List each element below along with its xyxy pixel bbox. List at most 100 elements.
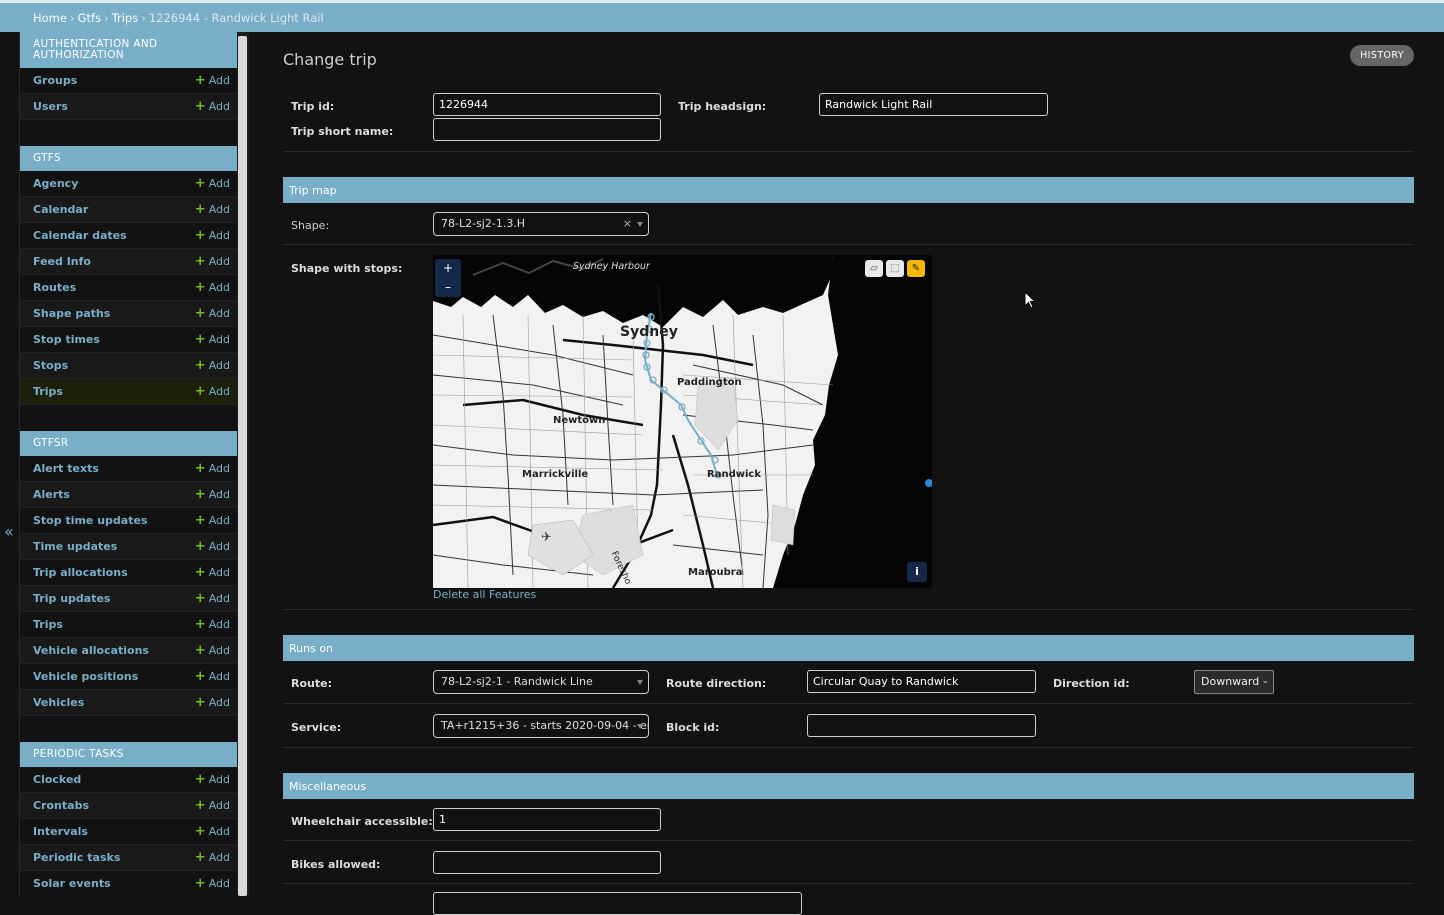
add-button[interactable]: + Add bbox=[195, 358, 230, 373]
sidebar-module-caption[interactable]: Periodic Tasks bbox=[20, 742, 237, 767]
wheelchair-input[interactable]: 1 bbox=[433, 808, 661, 831]
breadcrumb-gtfs[interactable]: Gtfs bbox=[78, 11, 101, 25]
add-button[interactable]: + Add bbox=[195, 280, 230, 295]
draw-rectangle-icon[interactable]: ⬚ bbox=[886, 260, 904, 277]
sidebar-item-link[interactable]: Calendar dates bbox=[33, 229, 127, 242]
delete-all-features-link[interactable]: Delete all Features bbox=[433, 588, 536, 601]
add-button[interactable]: + Add bbox=[195, 591, 230, 606]
add-button[interactable]: + Add bbox=[195, 254, 230, 269]
sidebar-item-link[interactable]: Stops bbox=[33, 359, 68, 372]
history-button[interactable]: HISTORY bbox=[1350, 45, 1414, 66]
add-button[interactable]: + Add bbox=[195, 772, 230, 787]
add-label: Add bbox=[208, 333, 230, 346]
clear-icon[interactable]: × bbox=[623, 217, 632, 230]
add-button[interactable]: + Add bbox=[195, 617, 230, 632]
add-button[interactable]: + Add bbox=[195, 202, 230, 217]
add-button[interactable]: + Add bbox=[195, 384, 230, 399]
add-button[interactable]: + Add bbox=[195, 876, 230, 891]
add-button[interactable]: + Add bbox=[195, 850, 230, 865]
sidebar-item-link[interactable]: Vehicles bbox=[33, 696, 84, 709]
divider bbox=[283, 747, 1414, 748]
add-button[interactable]: + Add bbox=[195, 695, 230, 710]
sidebar-module-caption[interactable]: GTFSR bbox=[20, 431, 237, 456]
service-select[interactable]: TA+r1215+36 - starts 2020-09-04 - en... bbox=[433, 714, 649, 738]
map-label-harbour: Sydney Harbour bbox=[573, 261, 650, 272]
scrollbar-thumb[interactable] bbox=[238, 36, 247, 896]
sidebar-item-link[interactable]: Periodic tasks bbox=[33, 851, 120, 864]
sidebar-item-link[interactable]: Alert texts bbox=[33, 462, 99, 475]
sidebar-item: Agency + Add bbox=[20, 171, 237, 197]
add-button[interactable]: + Add bbox=[195, 176, 230, 191]
add-button[interactable]: + Add bbox=[195, 487, 230, 502]
sidebar-module-caption[interactable]: Authentication and Authorization bbox=[20, 32, 237, 68]
sidebar-item-link[interactable]: Calendar bbox=[33, 203, 88, 216]
sidebar-item-link[interactable]: Feed Info bbox=[33, 255, 91, 268]
sidebar-item-link[interactable]: Trips bbox=[33, 618, 63, 631]
sidebar-item-link[interactable]: Solar events bbox=[33, 877, 111, 890]
collapse-sidebar-icon[interactable]: « bbox=[4, 522, 14, 541]
sidebar-item-link[interactable]: Stop time updates bbox=[33, 514, 148, 527]
sidebar-item-link[interactable]: Groups bbox=[33, 74, 77, 87]
route-select[interactable]: 78-L2-sj2-1 - Randwick Line bbox=[433, 670, 649, 694]
shape-map[interactable]: ✈ + – ▱ ⬚ ✎ Sydney Harbour Sydney Paddin… bbox=[433, 255, 932, 588]
add-button[interactable]: + Add bbox=[195, 539, 230, 554]
sidebar-item-link[interactable]: Time updates bbox=[33, 540, 117, 553]
sidebar-item-link[interactable]: Trip updates bbox=[33, 592, 110, 605]
draw-line-icon[interactable]: ✎ bbox=[907, 260, 925, 277]
sidebar-item-link[interactable]: Users bbox=[33, 100, 68, 113]
add-button[interactable]: + Add bbox=[195, 513, 230, 528]
map-tiles[interactable]: ✈ bbox=[433, 255, 932, 588]
add-button[interactable]: + Add bbox=[195, 798, 230, 813]
sidebar-item-link[interactable]: Clocked bbox=[33, 773, 81, 786]
sidebar-item-link[interactable]: Crontabs bbox=[33, 799, 89, 812]
sidebar-item-link[interactable]: Intervals bbox=[33, 825, 88, 838]
zoom-out-icon[interactable]: – bbox=[435, 278, 461, 297]
sidebar-item-link[interactable]: Vehicle positions bbox=[33, 670, 138, 683]
trip-id-input[interactable]: 1226944 bbox=[433, 93, 661, 116]
zoom-in-icon[interactable]: + bbox=[435, 259, 461, 278]
add-button[interactable]: + Add bbox=[195, 332, 230, 347]
block-id-input[interactable] bbox=[807, 714, 1036, 737]
sidebar-item-link[interactable]: Routes bbox=[33, 281, 76, 294]
add-button[interactable]: + Add bbox=[195, 461, 230, 476]
add-button[interactable]: + Add bbox=[195, 228, 230, 243]
breadcrumb-home[interactable]: Home bbox=[33, 11, 67, 25]
add-button[interactable]: + Add bbox=[195, 669, 230, 684]
add-button[interactable]: + Add bbox=[195, 73, 230, 88]
direction-id-select[interactable]: Downward ⌄ bbox=[1194, 670, 1274, 694]
sidebar-item-link[interactable]: Trip allocations bbox=[33, 566, 128, 579]
info-icon[interactable]: i bbox=[907, 562, 927, 582]
draw-polygon-icon[interactable]: ▱ bbox=[865, 260, 883, 277]
add-label: Add bbox=[208, 566, 230, 579]
add-button[interactable]: + Add bbox=[195, 99, 230, 114]
add-button[interactable]: + Add bbox=[195, 306, 230, 321]
add-label: Add bbox=[208, 100, 230, 113]
sidebar-item-link[interactable]: Shape paths bbox=[33, 307, 110, 320]
sidebar-item-link[interactable]: Alerts bbox=[33, 488, 70, 501]
sidebar-item-link[interactable]: Stop times bbox=[33, 333, 100, 346]
shape-select[interactable]: 78-L2-sj2-1.3.H × bbox=[433, 212, 649, 236]
sidebar-item-link[interactable]: Vehicle allocations bbox=[33, 644, 149, 657]
add-button[interactable]: + Add bbox=[195, 565, 230, 580]
divider bbox=[283, 840, 1414, 841]
sidebar-item: Crontabs + Add bbox=[20, 793, 237, 819]
sidebar-module-caption[interactable]: GTFS bbox=[20, 146, 237, 171]
map-label-randwick: Randwick bbox=[707, 469, 761, 480]
breadcrumb-separator: › bbox=[69, 11, 75, 25]
bikes-allowed-input[interactable] bbox=[433, 851, 661, 874]
route-direction-input[interactable]: Circular Quay to Randwick bbox=[807, 670, 1036, 693]
add-icon: + bbox=[194, 176, 206, 191]
sidebar-item: Trip allocations + Add bbox=[20, 560, 237, 586]
trip-headsign-input[interactable]: Randwick Light Rail bbox=[819, 93, 1048, 116]
sidebar-item-link[interactable]: Agency bbox=[33, 177, 78, 190]
next-field-input[interactable] bbox=[433, 892, 802, 915]
add-label: Add bbox=[208, 177, 230, 190]
breadcrumb-trips[interactable]: Trips bbox=[112, 11, 139, 25]
sidebar-toggle[interactable]: « bbox=[0, 32, 20, 896]
sidebar-scrollbar[interactable] bbox=[237, 32, 249, 896]
add-button[interactable]: + Add bbox=[195, 824, 230, 839]
add-button[interactable]: + Add bbox=[195, 643, 230, 658]
trip-short-name-input[interactable] bbox=[433, 118, 661, 141]
sidebar-item: Feed Info + Add bbox=[20, 249, 237, 275]
sidebar-item-link[interactable]: Trips bbox=[33, 385, 63, 398]
